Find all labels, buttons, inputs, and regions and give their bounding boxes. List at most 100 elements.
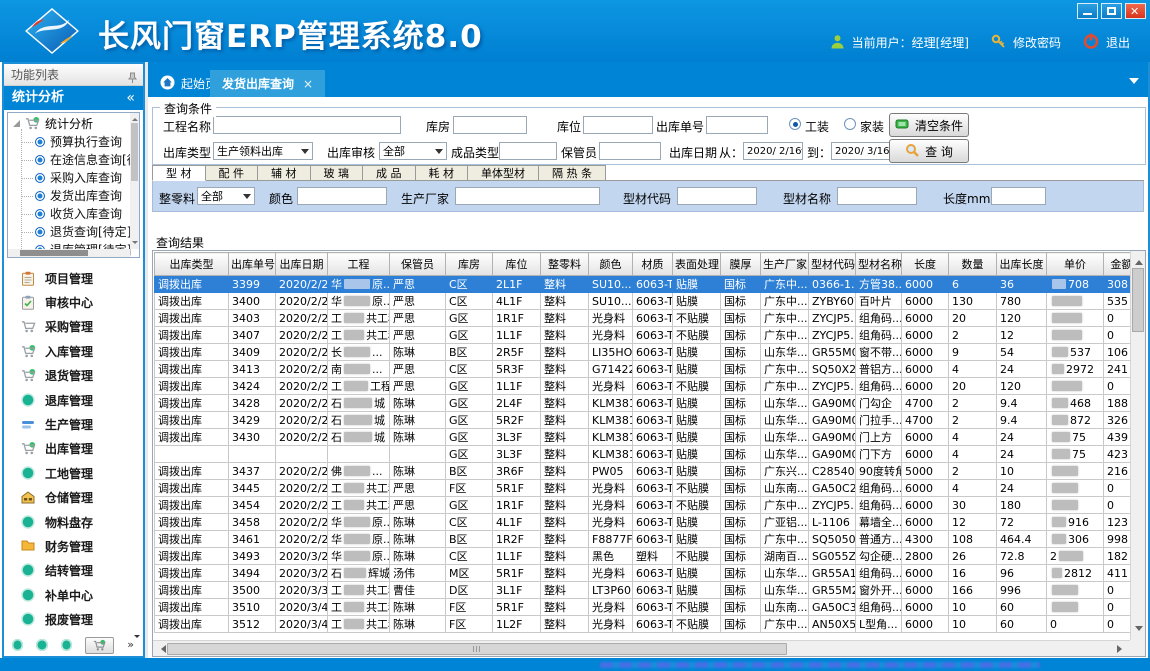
cell[interactable]: 468 [1047, 395, 1104, 412]
cell[interactable]: 华原... [328, 531, 390, 548]
cell[interactable]: 整料 [541, 378, 589, 395]
cell[interactable]: 6063-T5 [633, 599, 673, 616]
cell[interactable]: 严思 [390, 310, 446, 327]
cell[interactable]: 贴膜 [673, 582, 721, 599]
table-row[interactable]: 调拨出库34132020/2/26南...严思C区5R3F整料G71422606… [155, 361, 1140, 378]
cell[interactable]: 166 [949, 582, 997, 599]
tree-expander-icon[interactable] [13, 120, 20, 127]
cell[interactable]: 5000 [902, 463, 949, 480]
cell[interactable]: G区 [446, 412, 493, 429]
cell[interactable]: 石辉城 [328, 565, 390, 582]
profile-name-input[interactable] [837, 187, 917, 205]
cell[interactable]: 调拨出库 [155, 616, 229, 633]
cell[interactable]: 16 [949, 565, 997, 582]
cell[interactable]: 山东华... [761, 344, 809, 361]
cell[interactable]: 6063-T5 [633, 293, 673, 310]
cell[interactable]: 佛... [328, 463, 390, 480]
cell[interactable]: 门勾企 [856, 395, 902, 412]
cell[interactable]: 24 [997, 480, 1047, 497]
cell[interactable]: 长... [328, 344, 390, 361]
cell[interactable]: 调拨出库 [155, 293, 229, 310]
cell[interactable]: 幕墙全... [856, 514, 902, 531]
cell[interactable]: 6000 [902, 480, 949, 497]
cell[interactable]: 广东中... [761, 497, 809, 514]
out-type-combo[interactable]: 生产领料出库 [213, 142, 313, 160]
cell[interactable]: 组角码... [856, 565, 902, 582]
cell[interactable]: 780 [997, 293, 1047, 310]
cell[interactable]: 国标 [721, 463, 761, 480]
cell[interactable]: 2020/3/2 [276, 565, 328, 582]
cell[interactable]: 4300 [902, 531, 949, 548]
cell[interactable]: 6 [949, 276, 997, 293]
cell[interactable]: 黑色 [589, 548, 633, 565]
cell[interactable]: 整料 [541, 599, 589, 616]
cell[interactable]: 国标 [721, 565, 761, 582]
cell[interactable]: 6063-T5 [633, 361, 673, 378]
cell[interactable]: 普铝方... [856, 361, 902, 378]
change-password-link[interactable]: 修改密码 [1013, 34, 1061, 51]
cell[interactable]: 国标 [721, 446, 761, 463]
cell[interactable]: 国标 [721, 548, 761, 565]
material-tab[interactable]: 隔 热 条 [539, 165, 606, 181]
cell[interactable]: 华原... [328, 548, 390, 565]
cell[interactable]: 20 [949, 378, 997, 395]
cell[interactable]: 光身料 [589, 565, 633, 582]
material-tab[interactable]: 玻 璃 [311, 165, 364, 181]
cell[interactable]: 4700 [902, 412, 949, 429]
cell[interactable]: GR55M02 [809, 344, 856, 361]
cell[interactable]: KLM3817 [589, 412, 633, 429]
tree-vscroll-thumb[interactable] [131, 123, 138, 181]
cell[interactable]: 严思 [390, 361, 446, 378]
cell[interactable]: 6000 [902, 599, 949, 616]
cell[interactable]: 2812 [1047, 565, 1104, 582]
cell[interactable]: 山东南... [761, 480, 809, 497]
cell[interactable]: 严思 [390, 276, 446, 293]
cell[interactable]: GA90M09. [809, 446, 856, 463]
material-tab[interactable]: 配 件 [206, 165, 259, 181]
cell[interactable]: 3454 [229, 497, 276, 514]
cell[interactable]: 24 [997, 446, 1047, 463]
cell[interactable]: B区 [446, 344, 493, 361]
cell[interactable]: 整料 [541, 548, 589, 565]
cell[interactable]: 不贴膜 [673, 599, 721, 616]
cell[interactable]: 4L1F [493, 293, 541, 310]
cell[interactable]: L-1106 [809, 514, 856, 531]
cell[interactable]: 严思 [390, 293, 446, 310]
cell[interactable]: 国标 [721, 514, 761, 531]
cell[interactable]: 6063-T5 [633, 327, 673, 344]
material-tab[interactable]: 单体型材 [468, 165, 539, 181]
cell[interactable]: 陈琳 [390, 616, 446, 633]
cell[interactable]: 2 [949, 412, 997, 429]
cell[interactable]: GA90M07. [809, 412, 856, 429]
column-header[interactable]: 单价 [1047, 253, 1104, 276]
audit-combo[interactable]: 全部 [379, 142, 447, 160]
cell[interactable]: 广东中... [761, 293, 809, 310]
cell[interactable]: GA50C37 [809, 599, 856, 616]
cell[interactable]: 工共工程 [328, 582, 390, 599]
cell[interactable]: 陈琳 [390, 395, 446, 412]
cell[interactable]: F区 [446, 480, 493, 497]
cell[interactable]: C区 [446, 548, 493, 565]
cell[interactable]: 6063-T5 [633, 531, 673, 548]
cell[interactable]: 60 [997, 599, 1047, 616]
cell[interactable]: 2020/2/25 [276, 310, 328, 327]
cell[interactable]: 陈琳 [390, 514, 446, 531]
cell[interactable]: F区 [446, 616, 493, 633]
cell[interactable]: B区 [446, 531, 493, 548]
cell[interactable]: 2020/2/26 [276, 412, 328, 429]
cell[interactable]: SQ50X2... [809, 361, 856, 378]
cell[interactable]: 872 [1047, 412, 1104, 429]
tree-item[interactable]: 采购入库查询 [35, 169, 139, 187]
cell[interactable]: 6063-T5 [633, 565, 673, 582]
cell[interactable]: 国标 [721, 395, 761, 412]
cell[interactable]: 96 [997, 565, 1047, 582]
cell[interactable]: 严思 [390, 497, 446, 514]
cell[interactable]: 光身料 [589, 599, 633, 616]
cell[interactable]: 国标 [721, 497, 761, 514]
cell[interactable]: 整料 [541, 361, 589, 378]
cell[interactable]: 调拨出库 [155, 531, 229, 548]
cell[interactable]: LT3P60 [589, 582, 633, 599]
table-row[interactable]: 调拨出库34942020/3/2石辉城汤伟M区5R1F整料光身料6063-T5贴… [155, 565, 1140, 582]
clear-conditions-button[interactable]: 清空条件 [889, 113, 969, 137]
cell[interactable]: 996 [997, 582, 1047, 599]
